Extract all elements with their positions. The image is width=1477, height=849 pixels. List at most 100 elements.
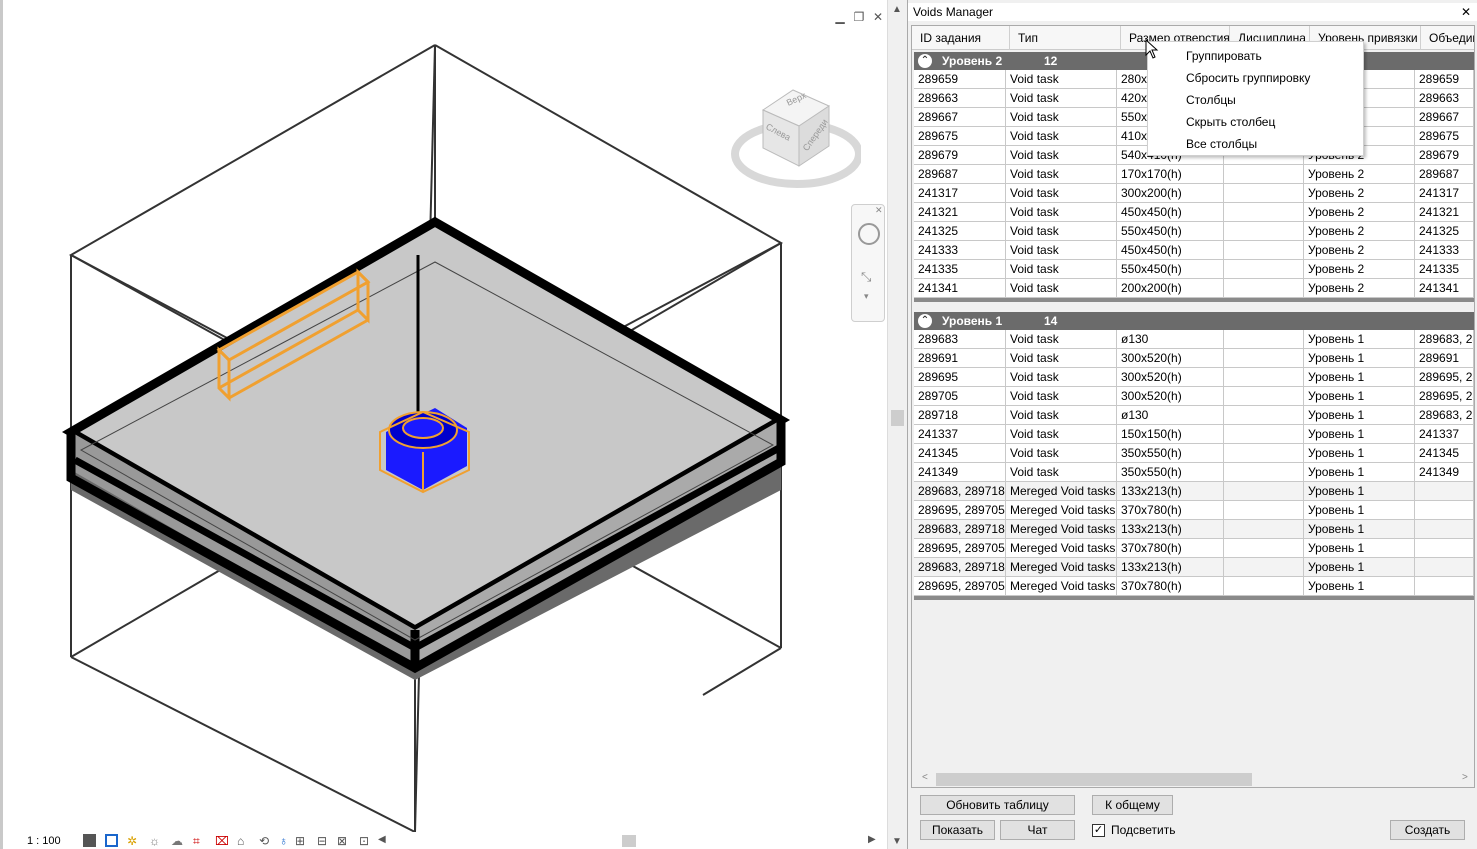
scroll-up-icon[interactable]: ▲ <box>892 4 902 15</box>
table-cell[interactable]: Mereged Void tasks <box>1006 577 1117 595</box>
table-cell[interactable]: 289695 <box>914 368 1006 386</box>
table-cell[interactable] <box>1224 463 1304 481</box>
table-cell[interactable]: Уровень 1 <box>1304 406 1415 424</box>
table-row[interactable]: 241337 Void task 150x150(h) Уровень 1 241337 <box>914 425 1474 444</box>
table-cell[interactable]: 450x450(h) <box>1117 203 1224 221</box>
table-cell[interactable]: Void task <box>1006 425 1117 443</box>
table-cell[interactable] <box>1224 260 1304 278</box>
table-horizontal-scrollbar[interactable]: < > <box>914 771 1474 787</box>
table-cell[interactable]: Уровень 2 <box>1304 279 1415 297</box>
table-cell[interactable]: 289695, 289705 <box>914 501 1006 519</box>
worksharing-icon[interactable]: ⊞ <box>295 834 308 848</box>
table-cell[interactable]: Void task <box>1006 146 1117 164</box>
table-cell[interactable]: 241349 <box>1415 463 1474 481</box>
table-cell[interactable]: 241337 <box>914 425 1006 443</box>
table-cell[interactable]: 289691 <box>1415 349 1474 367</box>
table-cell[interactable]: Уровень 1 <box>1304 463 1415 481</box>
table-cell[interactable]: Уровень 1 <box>1304 520 1415 538</box>
create-button[interactable]: Создать <box>1390 820 1465 840</box>
table-row[interactable]: 289683, 289718 Mereged Void tasks 133x213(… <box>914 558 1474 577</box>
table-cell[interactable]: 370x780(h) <box>1117 577 1224 595</box>
table-cell[interactable]: Void task <box>1006 222 1117 240</box>
table-cell[interactable]: Уровень 1 <box>1304 349 1415 367</box>
table-cell[interactable]: 289705 <box>914 387 1006 405</box>
table-cell[interactable]: 241341 <box>1415 279 1474 297</box>
table-cell[interactable]: 241335 <box>914 260 1006 278</box>
table-row[interactable]: 289687 Void task 170x170(h) Уровень 2 289687 <box>914 165 1474 184</box>
close-panel-icon[interactable]: ✕ <box>1461 3 1471 21</box>
table-cell[interactable] <box>1224 558 1304 576</box>
table-cell[interactable] <box>1224 203 1304 221</box>
table-cell[interactable]: Mereged Void tasks <box>1006 482 1117 500</box>
chat-button[interactable]: Чат <box>1000 820 1075 840</box>
table-cell[interactable]: 241337 <box>1415 425 1474 443</box>
design-options-icon[interactable]: ⊟ <box>317 834 330 848</box>
highlight-checkbox[interactable]: ✓ <box>1092 824 1105 837</box>
table-row[interactable]: 289695, 289705 Mereged Void tasks 370x780(… <box>914 539 1474 558</box>
table-cell[interactable]: 241321 <box>914 203 1006 221</box>
menu-item-all-columns[interactable]: Все столбцы <box>1148 133 1363 155</box>
shadows-icon[interactable]: ☼ <box>149 834 162 848</box>
collapse-icon[interactable]: ⌃ <box>918 314 932 328</box>
table-cell[interactable] <box>1224 577 1304 595</box>
table-cell[interactable]: 289695, 28 <box>1415 368 1474 386</box>
table-row[interactable]: 289695, 289705 Mereged Void tasks 370x780(… <box>914 501 1474 520</box>
table-cell[interactable]: Уровень 2 <box>1304 203 1415 221</box>
table-cell[interactable]: 241317 <box>914 184 1006 202</box>
nav-close-icon[interactable]: ✕ <box>875 205 883 216</box>
table-cell[interactable]: Void task <box>1006 406 1117 424</box>
table-cell[interactable]: 289683, 28 <box>1415 330 1474 348</box>
viewcube[interactable]: Верх Слева Спереди <box>731 82 863 192</box>
table-cell[interactable]: Уровень 1 <box>1304 539 1415 557</box>
table-cell[interactable]: Void task <box>1006 279 1117 297</box>
table-cell[interactable]: 241321 <box>1415 203 1474 221</box>
table-cell[interactable] <box>1224 387 1304 405</box>
lock-view-icon[interactable]: ⌂ <box>237 834 250 848</box>
table-row[interactable]: 289683, 289718 Mereged Void tasks 133x213(… <box>914 520 1474 539</box>
table-cell[interactable]: Уровень 2 <box>1304 241 1415 259</box>
collapse-icon[interactable]: ⌃ <box>918 54 932 68</box>
analytical-model-icon[interactable]: ⊠ <box>337 834 350 848</box>
table-cell[interactable]: 241333 <box>1415 241 1474 259</box>
table-cell[interactable]: 350x550(h) <box>1117 444 1224 462</box>
crop-view-icon[interactable]: ⌗ <box>193 834 206 848</box>
table-cell[interactable]: 289695, 289705 <box>914 539 1006 557</box>
table-row[interactable]: 241321 Void task 450x450(h) Уровень 2 241321 <box>914 203 1474 222</box>
scroll-right-icon[interactable]: ▶ <box>868 834 876 845</box>
table-cell[interactable]: 289683, 289718 <box>914 482 1006 500</box>
scroll-thumb[interactable] <box>891 410 904 426</box>
table-cell[interactable] <box>1224 222 1304 240</box>
visual-style-icon[interactable] <box>105 834 118 847</box>
table-cell[interactable] <box>1224 444 1304 462</box>
to-common-button[interactable]: К общему <box>1092 795 1173 815</box>
table-row[interactable]: 241345 Void task 350x550(h) Уровень 1 241345 <box>914 444 1474 463</box>
table-row[interactable]: 241325 Void task 550x450(h) Уровень 2 241325 <box>914 222 1474 241</box>
table-row[interactable]: 289718 Void task ø130 Уровень 1 289683, 28 <box>914 406 1474 425</box>
table-cell[interactable]: Mereged Void tasks <box>1006 520 1117 538</box>
render-icon[interactable]: ☁ <box>171 834 184 848</box>
column-header-id[interactable]: ID задания <box>912 26 1010 50</box>
table-cell[interactable]: 370x780(h) <box>1117 539 1224 557</box>
restore-view-icon[interactable]: ❐ <box>852 10 866 24</box>
table-cell[interactable]: 133x213(h) <box>1117 520 1224 538</box>
table-cell[interactable]: Void task <box>1006 260 1117 278</box>
table-cell[interactable]: 550x450(h) <box>1117 222 1224 240</box>
table-cell[interactable] <box>1415 520 1474 538</box>
table-cell[interactable] <box>1224 184 1304 202</box>
table-cell[interactable]: 289679 <box>1415 146 1474 164</box>
table-cell[interactable]: Уровень 2 <box>1304 184 1415 202</box>
table-cell[interactable]: 289659 <box>1415 70 1474 88</box>
table-cell[interactable]: Mereged Void tasks <box>1006 558 1117 576</box>
zoom-region-icon[interactable]: ⤡ <box>861 269 871 285</box>
table-cell[interactable]: 300x520(h) <box>1117 368 1224 386</box>
table-cell[interactable]: 350x550(h) <box>1117 463 1224 481</box>
table-cell[interactable]: Уровень 1 <box>1304 330 1415 348</box>
3d-viewport[interactable]: ▁ ❐ ✕ Верх Слева Спереди ✕ ⤡ ▾ <box>0 0 887 849</box>
table-cell[interactable]: 241325 <box>914 222 1006 240</box>
table-cell[interactable]: ø130 <box>1117 406 1224 424</box>
table-cell[interactable]: 170x170(h) <box>1117 165 1224 183</box>
table-cell[interactable]: 289695, 289705 <box>914 577 1006 595</box>
steering-wheel-icon[interactable] <box>858 223 880 245</box>
table-cell[interactable]: Уровень 1 <box>1304 425 1415 443</box>
crop-region-icon[interactable]: ⌧ <box>215 834 229 848</box>
